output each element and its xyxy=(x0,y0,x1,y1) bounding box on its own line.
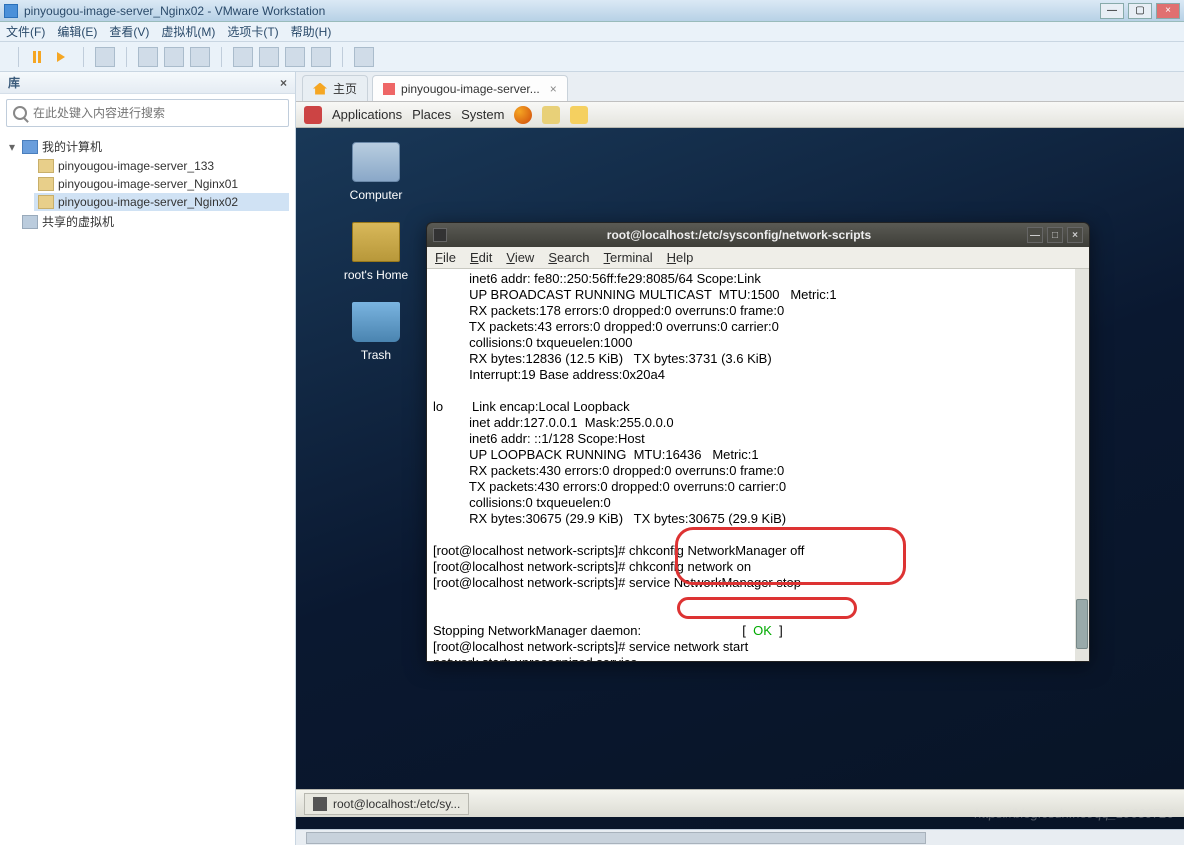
menu-view[interactable]: 查看(V) xyxy=(109,23,149,40)
highlight-2 xyxy=(677,597,857,619)
minimize-button[interactable]: — xyxy=(1100,3,1124,19)
gnome-foot-icon[interactable] xyxy=(304,106,322,124)
pause-button[interactable] xyxy=(33,51,45,63)
toolbar-button-4[interactable] xyxy=(190,47,210,67)
computer-icon xyxy=(22,140,38,154)
library-panel: 库 × ▾ 我的计算机 pinyougou-image-server_133 p… xyxy=(0,72,296,845)
vm-hscroll[interactable] xyxy=(296,829,1184,845)
menu-edit[interactable]: 编辑(E) xyxy=(57,23,97,40)
terminal-maximize[interactable]: □ xyxy=(1047,227,1063,243)
vm-icon xyxy=(38,195,54,209)
window-title: pinyougou-image-server_Nginx02 - VMware … xyxy=(24,4,1100,18)
gnome-places[interactable]: Places xyxy=(412,107,451,122)
terminal-task-icon xyxy=(313,797,327,811)
desktop-home[interactable]: root's Home xyxy=(336,222,416,282)
tree-root-computer[interactable]: ▾ 我的计算机 xyxy=(6,136,289,157)
terminal-body[interactable]: inet6 addr: fe80::250:56ff:fe29:8085/64 … xyxy=(427,269,1089,661)
desktop-computer[interactable]: Computer xyxy=(336,142,416,202)
tree-vm-0[interactable]: pinyougou-image-server_133 xyxy=(34,157,289,175)
note-icon[interactable] xyxy=(570,106,588,124)
toolbar-button-1[interactable] xyxy=(95,47,115,67)
tab-vm[interactable]: pinyougou-image-server... × xyxy=(372,75,568,101)
vm-area: 主页 pinyougou-image-server... × Applicati… xyxy=(296,72,1184,845)
terminal-scrollbar[interactable] xyxy=(1075,269,1089,661)
shared-icon xyxy=(22,215,38,229)
vm-icon xyxy=(38,159,54,173)
toolbar-button-6[interactable] xyxy=(259,47,279,67)
mail-icon[interactable] xyxy=(542,106,560,124)
menu-help[interactable]: 帮助(H) xyxy=(291,23,332,40)
guest-desktop[interactable]: Applications Places System Computer root… xyxy=(296,102,1184,829)
term-menu-terminal[interactable]: Terminal xyxy=(604,250,653,265)
vm-icon xyxy=(38,177,54,191)
library-search[interactable] xyxy=(6,99,289,127)
toolbar-button-2[interactable] xyxy=(138,47,158,67)
terminal-menubar: File Edit View Search Terminal Help xyxy=(427,247,1089,269)
term-menu-view[interactable]: View xyxy=(506,250,534,265)
app-titlebar: pinyougou-image-server_Nginx02 - VMware … xyxy=(0,0,1184,22)
vm-tab-icon xyxy=(383,83,395,95)
menu-file[interactable]: 文件(F) xyxy=(6,23,45,40)
app-toolbar xyxy=(0,42,1184,72)
firefox-icon[interactable] xyxy=(514,106,532,124)
term-menu-file[interactable]: File xyxy=(435,250,456,265)
term-menu-help[interactable]: Help xyxy=(667,250,694,265)
tree-vm-2[interactable]: pinyougou-image-server_Nginx02 xyxy=(34,193,289,211)
scrollbar-thumb[interactable] xyxy=(1076,599,1088,649)
terminal-icon xyxy=(433,228,447,242)
term-menu-edit[interactable]: Edit xyxy=(470,250,492,265)
home-icon xyxy=(313,83,327,95)
computer-icon xyxy=(352,142,400,182)
terminal-close[interactable]: × xyxy=(1067,227,1083,243)
terminal-minimize[interactable]: — xyxy=(1027,227,1043,243)
gnome-applications[interactable]: Applications xyxy=(332,107,402,122)
gnome-taskbar: root@localhost:/etc/sy... xyxy=(296,789,1184,817)
toolbar-button-9[interactable] xyxy=(354,47,374,67)
search-input[interactable] xyxy=(33,106,282,120)
gnome-top-panel: Applications Places System xyxy=(296,102,1184,128)
desktop-trash[interactable]: Trash xyxy=(336,302,416,362)
taskbar-item-terminal[interactable]: root@localhost:/etc/sy... xyxy=(304,793,469,815)
vm-tabs: 主页 pinyougou-image-server... × xyxy=(296,72,1184,102)
hscroll-thumb[interactable] xyxy=(306,832,926,844)
terminal-titlebar[interactable]: root@localhost:/etc/sysconfig/network-sc… xyxy=(427,223,1089,247)
tab-close-button[interactable]: × xyxy=(550,82,557,96)
play-dropdown[interactable] xyxy=(57,51,69,63)
gnome-system[interactable]: System xyxy=(461,107,504,122)
toolbar-button-5[interactable] xyxy=(233,47,253,67)
home-folder-icon xyxy=(352,222,400,262)
tree-shared-vms[interactable]: 共享的虚拟机 xyxy=(6,211,289,232)
library-close-button[interactable]: × xyxy=(280,76,287,90)
trash-icon xyxy=(352,302,400,342)
menu-tabs[interactable]: 选项卡(T) xyxy=(227,23,278,40)
library-tree: ▾ 我的计算机 pinyougou-image-server_133 pinyo… xyxy=(0,132,295,236)
tree-vm-1[interactable]: pinyougou-image-server_Nginx01 xyxy=(34,175,289,193)
maximize-button[interactable]: ▢ xyxy=(1128,3,1152,19)
toolbar-button-8[interactable] xyxy=(311,47,331,67)
search-icon xyxy=(13,106,27,120)
vmware-icon xyxy=(4,4,18,18)
menu-vm[interactable]: 虚拟机(M) xyxy=(161,23,215,40)
app-menubar: 文件(F) 编辑(E) 查看(V) 虚拟机(M) 选项卡(T) 帮助(H) xyxy=(0,22,1184,42)
tab-home[interactable]: 主页 xyxy=(302,75,368,101)
toolbar-button-7[interactable] xyxy=(285,47,305,67)
library-title: 库 xyxy=(8,74,20,91)
toolbar-button-3[interactable] xyxy=(164,47,184,67)
close-button[interactable]: × xyxy=(1156,3,1180,19)
term-menu-search[interactable]: Search xyxy=(548,250,589,265)
